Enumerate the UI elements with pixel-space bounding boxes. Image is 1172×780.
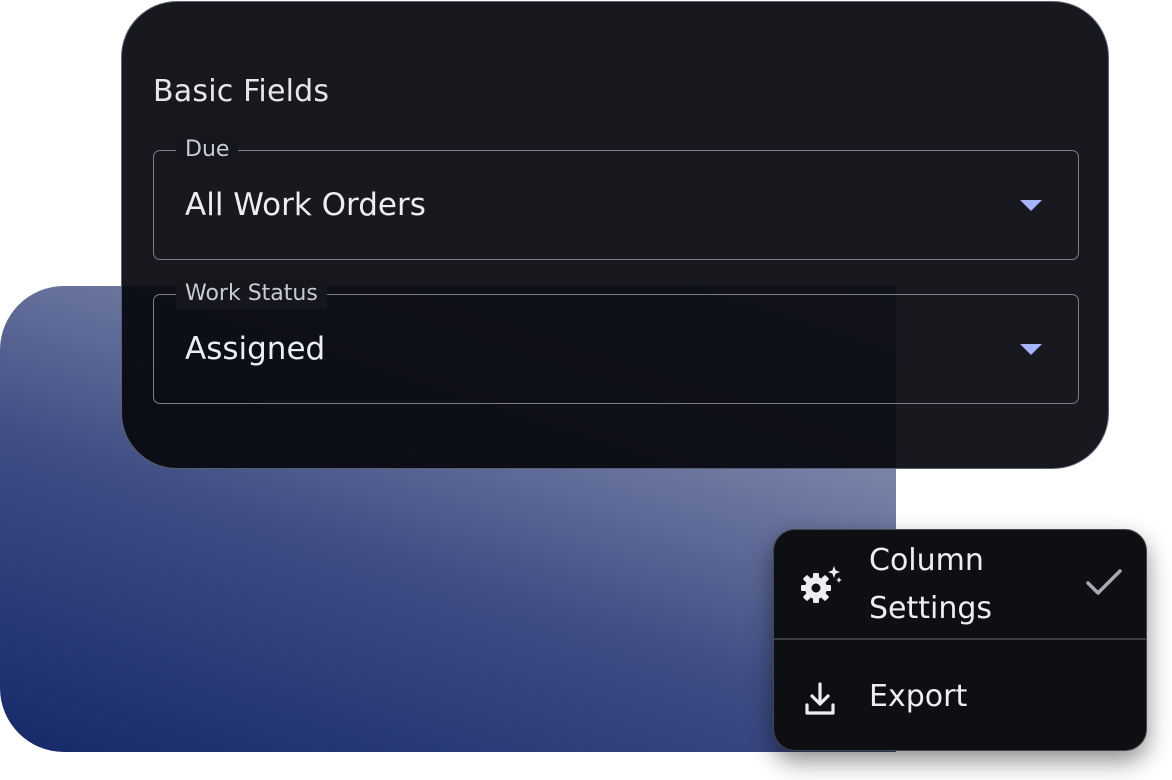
gear-sparkle-icon bbox=[801, 566, 842, 603]
download-icon bbox=[805, 682, 835, 715]
export-label: Export bbox=[869, 679, 968, 714]
work-status-label: Work Status bbox=[176, 279, 327, 309]
stage: Basic Fields Due All Work Orders Work St… bbox=[0, 0, 1172, 780]
due-label: Due bbox=[176, 135, 239, 165]
work-status-value: Assigned bbox=[185, 331, 326, 367]
menu-item-export[interactable]: Export bbox=[774, 640, 1146, 750]
work-status-select[interactable]: Work Status Assigned bbox=[153, 279, 1079, 404]
due-select[interactable]: Due All Work Orders bbox=[153, 135, 1079, 260]
panel-title: Basic Fields bbox=[153, 74, 330, 109]
caret-down-icon[interactable] bbox=[1020, 344, 1042, 355]
column-settings-label: Column Settings bbox=[869, 543, 993, 626]
due-value: All Work Orders bbox=[185, 187, 426, 223]
basic-fields-panel: Basic Fields Due All Work Orders Work St… bbox=[121, 1, 1109, 469]
options-menu: Column Settings Export bbox=[773, 529, 1147, 751]
menu-item-column-settings[interactable]: Column Settings bbox=[774, 530, 1146, 638]
checkmark-icon bbox=[1086, 569, 1122, 595]
caret-down-icon[interactable] bbox=[1020, 200, 1042, 211]
